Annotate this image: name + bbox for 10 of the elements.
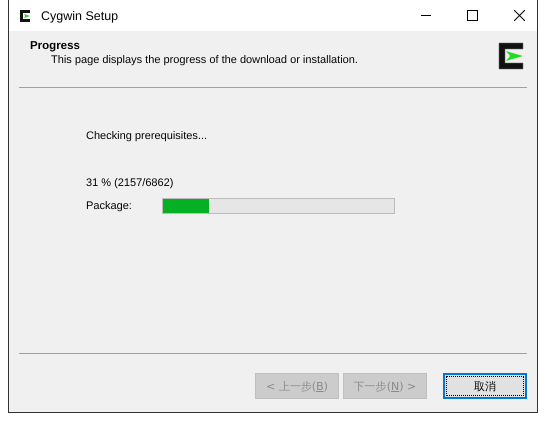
cancel-button[interactable]: 取消 bbox=[443, 373, 527, 399]
close-icon[interactable] bbox=[514, 10, 525, 21]
maximize-icon[interactable] bbox=[467, 10, 478, 21]
status-text: Checking prerequisites... bbox=[86, 130, 208, 142]
progress-count: 31 % (2157/6862) bbox=[86, 177, 174, 189]
logo-icon bbox=[17, 8, 33, 24]
page-description: This page displays the progress of the download or installation. bbox=[51, 54, 358, 66]
window-title: Cygwin Setup bbox=[41, 8, 118, 22]
page-title: Progress bbox=[30, 40, 81, 52]
package-label: Package: bbox=[86, 200, 133, 212]
